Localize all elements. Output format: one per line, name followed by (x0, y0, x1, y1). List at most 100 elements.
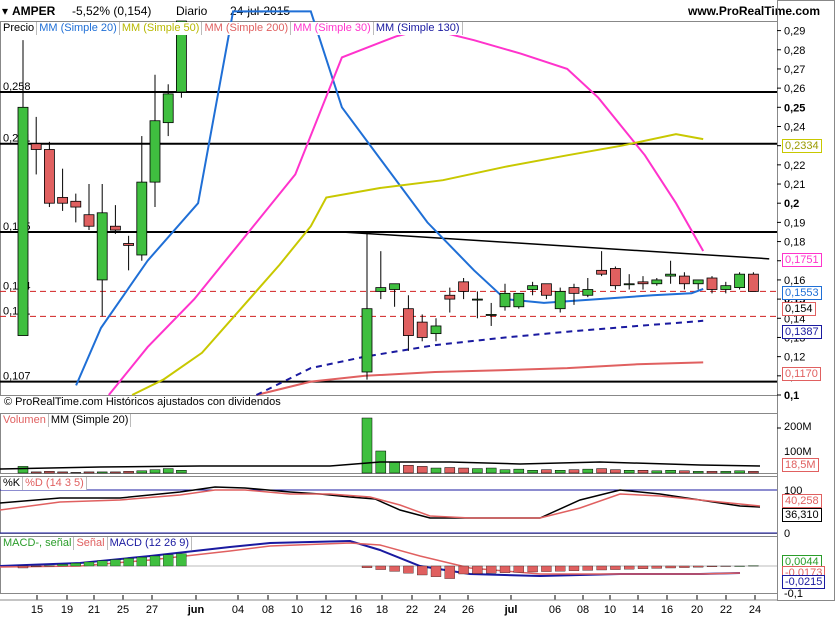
y-tick-label: 0,22 (784, 160, 805, 172)
volume-bar (57, 471, 68, 474)
y-tick-label: 0,18 (784, 237, 805, 249)
candle-body (110, 225, 121, 231)
tag-k: 36,310 (782, 508, 822, 522)
volume-bar (651, 470, 663, 474)
tag-mm130: 0,1387 (782, 325, 822, 339)
volume-bar (706, 471, 718, 474)
legend-k: %K (1, 477, 24, 490)
volume-bar (17, 466, 29, 474)
candle-body (596, 269, 607, 275)
macd-histogram-bar (734, 565, 745, 567)
candle-body (402, 308, 414, 336)
candle-body (720, 285, 732, 290)
macd-histogram-bar (651, 565, 662, 569)
macd-histogram-bar (44, 565, 55, 567)
tag-price: 0,154 (782, 302, 816, 316)
candle-body (527, 285, 538, 290)
macd-histogram-bar (417, 565, 428, 576)
x-tick-label: 06 (549, 604, 561, 616)
x-tick-label: 26 (462, 604, 474, 616)
x-tick-label: 21 (88, 604, 100, 616)
x-tick-label: 24 (434, 604, 446, 616)
chart-canvas[interactable]: 0,290,280,270,260,250,240,230,220,210,20… (0, 0, 835, 620)
volume-bar (110, 471, 121, 474)
macd-histogram-bar (499, 565, 511, 573)
candle-body (692, 279, 704, 285)
legend-mm30: MM (Simple 30) (291, 22, 374, 35)
y-tick-label: 0,19 (784, 217, 805, 229)
panel-frame-0 (0, 21, 778, 396)
x-tick-label: jul (504, 604, 518, 616)
vol-tick-label: 100M (784, 446, 812, 458)
candle-body (389, 283, 401, 290)
y-tick-label: 0,29 (784, 26, 805, 38)
volume-bar (136, 470, 148, 474)
macd-histogram-bar (444, 565, 455, 579)
x-tick-label: 14 (632, 604, 644, 616)
candle-body (123, 243, 134, 246)
macd-histogram-bar (748, 565, 759, 567)
volume-bar (458, 467, 469, 474)
volume-bar (554, 470, 566, 474)
y-tick-label: 0,27 (784, 64, 805, 76)
legend-mm50: MM (Simple 50) (119, 22, 203, 35)
tag-mm20: 0,1553 (782, 286, 822, 300)
macd-histogram-bar (176, 553, 187, 567)
volume-bar (734, 470, 745, 474)
macd-histogram-bar (624, 565, 635, 570)
volume-bar (568, 469, 580, 474)
tag-volume: 18,5M (782, 458, 819, 472)
x-tick-label: 08 (577, 604, 589, 616)
candle-body (162, 93, 174, 124)
tag-mm30: 0,1751 (782, 253, 822, 267)
tag-mm200: 0,1170 (782, 367, 821, 381)
candle-body (665, 273, 676, 277)
macd-histogram-bar (97, 560, 108, 567)
price-legend: Precio MM (Simple 20) MM (Simple 50) MM (Si… (1, 22, 463, 36)
legend-mm200: MM (Simple 200) (202, 22, 292, 35)
legend-price: Precio (1, 22, 38, 35)
legend-vol-mm20: MM (Simple 20) (48, 414, 132, 427)
x-tick-label: 08 (262, 604, 274, 616)
legend-d: %D (14 3 5) (23, 477, 87, 490)
y-tick-label: 0,21 (784, 179, 805, 191)
legend-mm130: MM (Simple 130) (373, 22, 463, 35)
tag-macd: -0,0215 (782, 575, 826, 589)
macd-histogram-bar (430, 565, 442, 577)
volume-bar (637, 470, 649, 474)
candle-body (70, 200, 82, 208)
candle-body (96, 212, 108, 281)
volume-bar (472, 468, 483, 474)
volume-bar (748, 471, 759, 474)
volume-bar (485, 467, 497, 474)
legend-senal: Señal (74, 537, 108, 550)
macd-histogram-bar (389, 565, 400, 572)
candle-body (375, 287, 387, 292)
macd-histogram-bar (610, 565, 621, 570)
x-tick-label: 10 (291, 604, 303, 616)
footer-text: © ProRealTime.com Históricos ajustados c… (4, 396, 281, 408)
stoch-tick-label: 0 (784, 528, 790, 540)
macd-histogram-bar (149, 555, 161, 567)
candle-body (748, 273, 759, 292)
volume-bar (70, 472, 82, 474)
macd-histogram-bar (568, 565, 580, 571)
volume-bar (123, 471, 134, 474)
x-tick-label: 15 (31, 604, 43, 616)
macd-histogram-bar (361, 565, 373, 568)
tag-mm50: 0,2334 (782, 139, 822, 153)
candle-body (568, 287, 580, 294)
y-tick-label: 0,2 (784, 198, 799, 210)
macd-histogram-bar (527, 565, 538, 573)
y-tick-label: 0,1 (784, 390, 799, 402)
candle-body (361, 308, 373, 373)
x-tick-label: 16 (350, 604, 362, 616)
y-tick-label: 0,25 (784, 102, 805, 114)
candle-body (149, 120, 161, 183)
level-label: 0,258 (3, 81, 31, 93)
candle-body (485, 314, 497, 316)
macd-histogram-bar (83, 561, 95, 567)
macd-histogram-bar (31, 565, 42, 567)
volume-bar (513, 468, 525, 474)
macd-histogram-bar (665, 565, 676, 569)
